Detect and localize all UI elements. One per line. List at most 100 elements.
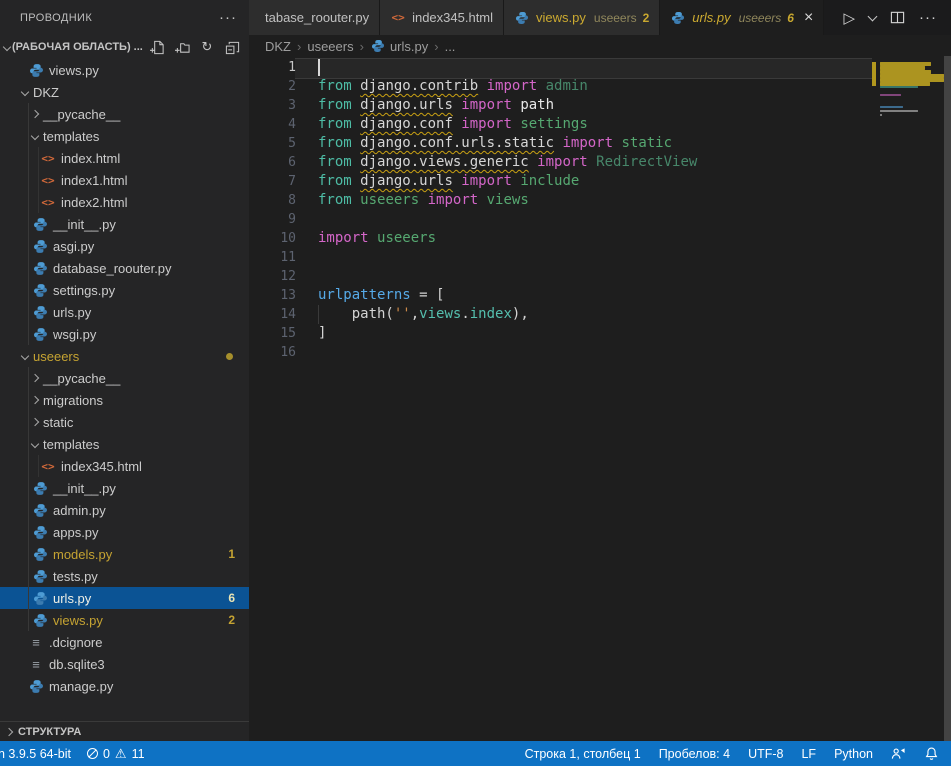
line-number: 10 [249,229,296,248]
tree-item-db.sqlite3[interactable]: ≡db.sqlite3 [0,653,249,675]
code-line-text: path('',views.index), [318,305,529,324]
chevron-right-icon[interactable] [31,110,39,118]
tree-item-manage.py[interactable]: manage.py [0,675,249,697]
explorer-more-actions-button[interactable]: ··· [219,9,237,26]
tree-item-useeers[interactable]: useeers [0,345,249,367]
tree-item-index2.html[interactable]: <>index2.html [0,191,249,213]
chevron-right-icon[interactable] [31,396,39,404]
scrollbar[interactable] [944,56,951,741]
code-area[interactable]: 12from django.contrib import admin3from … [249,58,893,362]
tree-item-apps.py[interactable]: apps.py [0,521,249,543]
breadcrumb-item[interactable]: urls.py [370,38,428,54]
indent-guide [38,455,39,477]
status-item[interactable]: UTF-8 [748,747,783,761]
indent-guide [28,367,29,389]
tree-item-urls.py[interactable]: urls.py6 [0,587,249,609]
tree-item-settings.py[interactable]: settings.py [0,279,249,301]
problems-status[interactable]: 0 ⚠ 11 [87,747,145,761]
tree-item-index.html[interactable]: <>index.html [0,147,249,169]
python-interpreter-status[interactable]: n 3.9.5 64-bit [0,747,71,761]
tree-item-wsgi.py[interactable]: wsgi.py [0,323,249,345]
collapse-all-icon[interactable] [223,38,241,56]
code-line-16: 16 [249,343,893,362]
more-actions-button[interactable]: ··· [919,9,937,26]
tree-item-urls.py[interactable]: urls.py [0,301,249,323]
minimap-warning-gutter [872,62,876,86]
tab-index345.html[interactable]: <>index345.html [380,0,504,35]
tab-views.py[interactable]: views.pyuseeers2 [504,0,660,35]
status-left: n 3.9.5 64-bit 0 ⚠ 11 [0,747,145,761]
status-item[interactable]: Python [834,747,873,761]
close-icon[interactable]: × [804,10,813,26]
vscode-window: ПРОВОДНИК ··· (РАБОЧАЯ ОБЛАСТЬ) ... ↻ [0,0,951,766]
tree-item-label: apps.py [53,525,99,540]
run-button[interactable]: ▷ [843,9,855,27]
tree-item-label: database_roouter.py [53,261,172,276]
tree-item-tests.py[interactable]: tests.py [0,565,249,587]
minimap-line [880,114,882,116]
tree-item-label: __init__.py [53,217,116,232]
minimap[interactable] [872,56,944,176]
tree-item-__pycache__[interactable]: __pycache__ [0,367,249,389]
tree-item-label: DKZ [33,85,59,100]
breadcrumb-item[interactable]: DKZ [265,39,291,54]
line-number: 7 [249,172,296,191]
tree-item-static[interactable]: static [0,411,249,433]
tree-item-__init__.py[interactable]: __init__.py [0,477,249,499]
split-editor-button[interactable] [890,10,905,25]
tree-item-views.py[interactable]: views.py [0,59,249,81]
tree-item-.dcignore[interactable]: ≡.dcignore [0,631,249,653]
tree-item-views.py[interactable]: views.py2 [0,609,249,631]
line-number: 16 [249,343,296,362]
tree-item-__pycache__[interactable]: __pycache__ [0,103,249,125]
tree-item-database_roouter.py[interactable]: database_roouter.py [0,257,249,279]
tree-item-DKZ[interactable]: DKZ [0,81,249,103]
chevron-down-icon[interactable] [21,88,29,96]
tree-item-__init__.py[interactable]: __init__.py [0,213,249,235]
code-line-15: 15] [249,324,893,343]
tree-item-index345.html[interactable]: <>index345.html [0,455,249,477]
breadcrumb-item-label: DKZ [265,39,291,54]
indent-guide [28,235,29,257]
refresh-icon[interactable]: ↻ [198,38,216,56]
tree-item-label: migrations [43,393,103,408]
new-file-icon[interactable] [148,38,166,56]
tab-urls.py[interactable]: urls.pyuseeers6× [660,0,824,35]
tab-tabase_roouter.py[interactable]: tabase_roouter.py [249,0,380,35]
new-folder-icon[interactable] [173,38,191,56]
explorer-title: ПРОВОДНИК [20,12,92,24]
tree-item-templates[interactable]: templates [0,433,249,455]
tree-item-label: views.py [49,63,99,78]
code-line-text: from django.urls import include [318,172,579,191]
status-item[interactable]: LF [801,747,816,761]
tree-item-migrations[interactable]: migrations [0,389,249,411]
breadcrumb-item[interactable]: useeers [307,39,353,54]
tree-item-index1.html[interactable]: <>index1.html [0,169,249,191]
tree-item-label: urls.py [53,591,91,606]
tree-item-admin.py[interactable]: admin.py [0,499,249,521]
run-dropdown-button[interactable] [869,16,876,20]
tree-item-asgi.py[interactable]: asgi.py [0,235,249,257]
indent-guide [28,455,29,477]
tree-item-label: __init__.py [53,481,116,496]
status-item[interactable]: Строка 1, столбец 1 [525,747,641,761]
python-icon [32,568,48,584]
breadcrumb-item[interactable]: ... [445,39,456,54]
status-item[interactable]: Пробелов: 4 [659,747,730,761]
chevron-right-icon[interactable] [31,374,39,382]
chevron-down-icon[interactable] [31,440,39,448]
feedback-icon[interactable] [891,746,906,761]
chevron-right-icon[interactable] [31,418,39,426]
tree-item-templates[interactable]: templates [0,125,249,147]
indent-guide [28,213,29,235]
breadcrumb-item-label: urls.py [390,39,428,54]
outline-section-header[interactable]: СТРУКТУРА [0,721,249,741]
tree-item-label: useeers [33,349,79,364]
bell-icon[interactable] [924,746,939,761]
chevron-down-icon[interactable] [21,352,29,360]
python-icon [32,612,48,628]
workspace-section-header[interactable]: (РАБОЧАЯ ОБЛАСТЬ) ... ↻ [0,35,249,59]
chevron-down-icon[interactable] [31,132,39,140]
file-tree: views.pyDKZ__pycache__templates<>index.h… [0,59,249,697]
tree-item-models.py[interactable]: models.py1 [0,543,249,565]
